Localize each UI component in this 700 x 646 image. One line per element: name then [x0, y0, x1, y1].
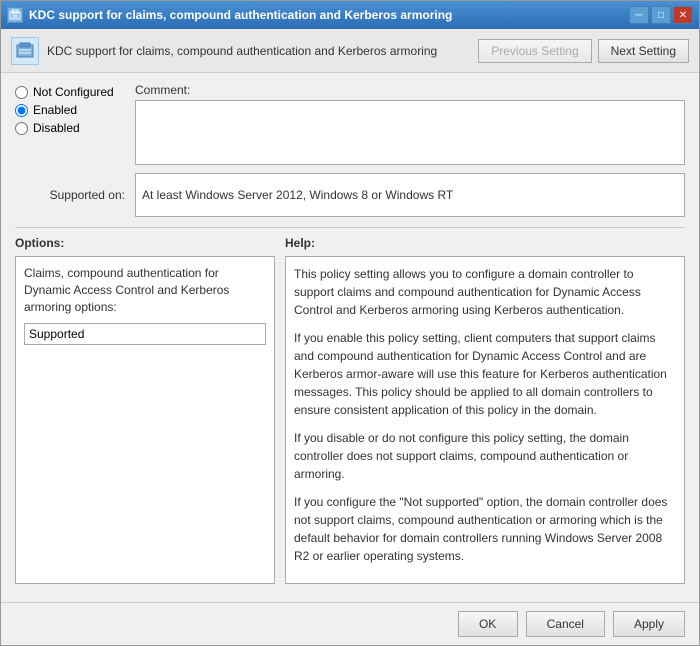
options-dropdown[interactable]: Not supported Supported Always provide c…: [24, 323, 266, 345]
close-button[interactable]: ✕: [673, 6, 693, 24]
help-scroll-container: This policy setting allows you to config…: [285, 256, 685, 584]
help-paragraph-1: If you enable this policy setting, clien…: [294, 329, 676, 419]
header-bar: KDC support for claims, compound authent…: [1, 29, 699, 73]
main-window: KDC support for claims, compound authent…: [0, 0, 700, 646]
disabled-radio[interactable]: [15, 122, 28, 135]
comment-label: Comment:: [135, 83, 685, 97]
help-label: Help:: [285, 236, 685, 250]
not-configured-radio[interactable]: [15, 86, 28, 99]
help-panel: Help: This policy setting allows you to …: [285, 236, 685, 584]
radio-section: Not Configured Enabled Disabled: [15, 83, 125, 135]
supported-label: Supported on:: [15, 188, 125, 202]
help-paragraph-2: If you disable or do not configure this …: [294, 429, 676, 483]
header-title: KDC support for claims, compound authent…: [47, 44, 478, 58]
two-panel: Options: Claims, compound authentication…: [15, 236, 685, 584]
options-box: Claims, compound authentication for Dyna…: [15, 256, 275, 584]
supported-value: At least Windows Server 2012, Windows 8 …: [135, 173, 685, 217]
policy-icon: [11, 37, 39, 65]
ok-button[interactable]: OK: [458, 611, 518, 637]
help-text-area[interactable]: This policy setting allows you to config…: [285, 256, 685, 584]
divider: [15, 227, 685, 228]
minimize-button[interactable]: ─: [629, 6, 649, 24]
apply-button[interactable]: Apply: [613, 611, 685, 637]
footer: OK Cancel Apply: [1, 602, 699, 645]
dropdown-wrapper: Not supported Supported Always provide c…: [24, 323, 266, 345]
next-setting-button[interactable]: Next Setting: [598, 39, 689, 63]
content-area: Not Configured Enabled Disabled Comment:: [1, 73, 699, 602]
title-bar: KDC support for claims, compound authent…: [1, 1, 699, 29]
not-configured-radio-label[interactable]: Not Configured: [15, 85, 125, 99]
nav-buttons: Previous Setting Next Setting: [478, 39, 689, 63]
enabled-radio-label[interactable]: Enabled: [15, 103, 125, 117]
window-title: KDC support for claims, compound authent…: [29, 8, 629, 22]
prev-setting-button[interactable]: Previous Setting: [478, 39, 591, 63]
options-panel: Options: Claims, compound authentication…: [15, 236, 275, 584]
comment-textarea[interactable]: [135, 100, 685, 165]
comment-section: Comment:: [135, 83, 685, 165]
options-description: Claims, compound authentication for Dyna…: [24, 265, 266, 315]
maximize-button[interactable]: □: [651, 6, 671, 24]
window-icon: [7, 7, 23, 23]
radio-comment-row: Not Configured Enabled Disabled Comment:: [15, 83, 685, 165]
supported-row: Supported on: At least Windows Server 20…: [15, 173, 685, 217]
help-paragraph-3: If you configure the "Not supported" opt…: [294, 493, 676, 565]
help-paragraph-0: This policy setting allows you to config…: [294, 265, 676, 319]
comment-area-wrapper: [135, 100, 685, 165]
disabled-radio-label[interactable]: Disabled: [15, 121, 125, 135]
enabled-radio[interactable]: [15, 104, 28, 117]
options-label: Options:: [15, 236, 275, 250]
cancel-button[interactable]: Cancel: [526, 611, 605, 637]
window-controls: ─ □ ✕: [629, 6, 693, 24]
